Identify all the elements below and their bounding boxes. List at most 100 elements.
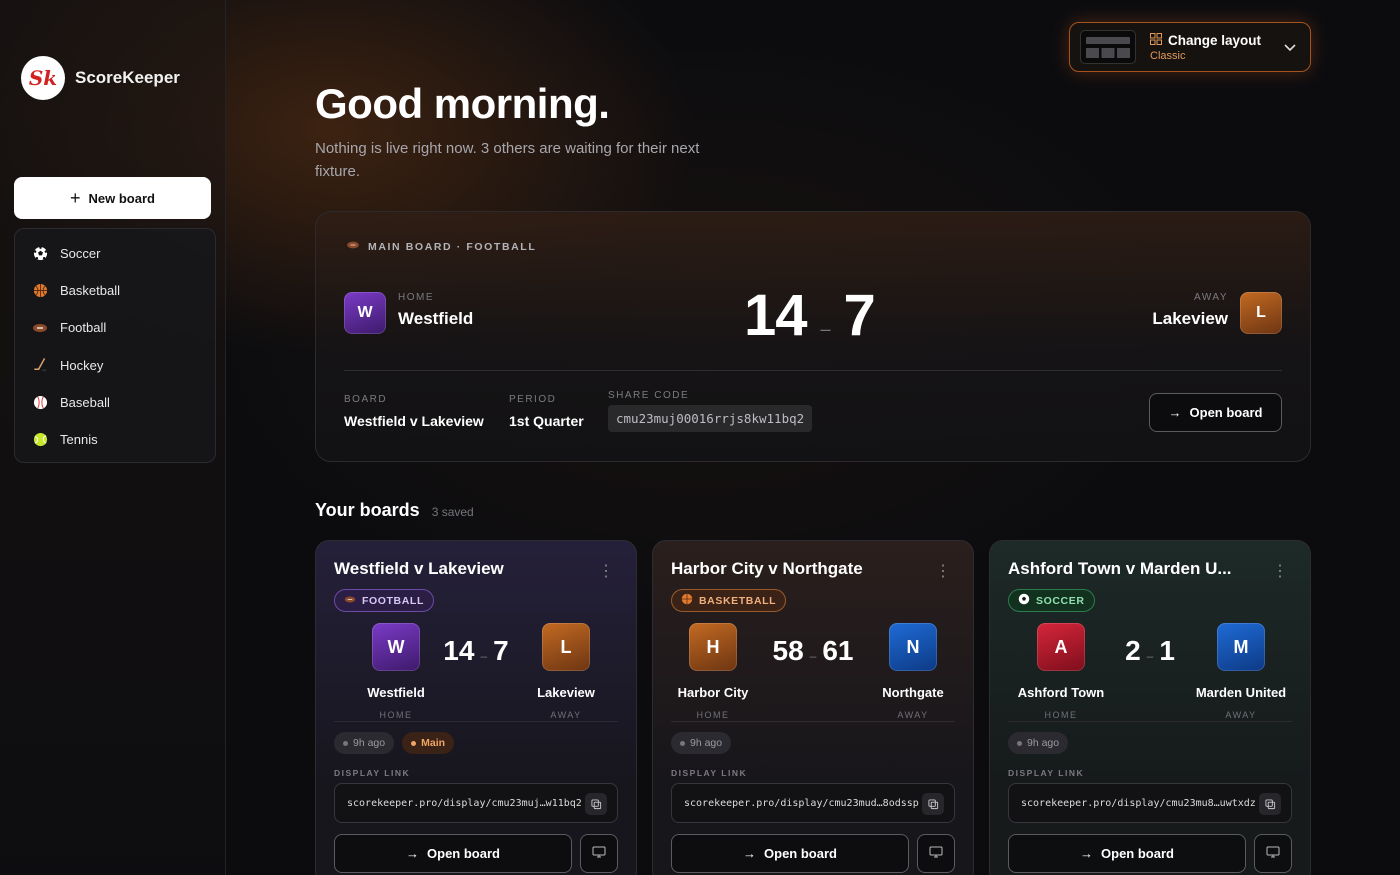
new-board-label: New board bbox=[88, 190, 155, 206]
sidebar-item-football[interactable]: Football bbox=[15, 309, 215, 346]
brand[interactable]: Sk ScoreKeeper bbox=[21, 56, 180, 100]
away-team-avatar: N bbox=[889, 623, 937, 671]
football-icon bbox=[32, 320, 48, 336]
brand-name: ScoreKeeper bbox=[75, 68, 180, 87]
open-board-label: Open board bbox=[427, 846, 500, 861]
arrow-right-icon: → bbox=[743, 846, 757, 861]
copy-icon[interactable] bbox=[585, 793, 607, 815]
sport-badge: BASKETBALL bbox=[671, 589, 787, 612]
board-title: Harbor City v Northgate bbox=[671, 559, 863, 578]
brand-logo: Sk bbox=[21, 56, 65, 100]
score-separator: – bbox=[1146, 649, 1154, 663]
sidebar-item-label: Tennis bbox=[60, 432, 98, 448]
divider bbox=[1008, 721, 1292, 722]
main-scoreline: 14 – 7 bbox=[744, 282, 876, 349]
board-card[interactable]: Westfield v Lakeview ⋮ FOOTBALL W Westfi… bbox=[315, 540, 637, 875]
basketball-icon bbox=[32, 283, 48, 299]
new-board-button[interactable]: + New board bbox=[14, 177, 211, 219]
share-code-meta: SHARE CODE cmu23muj00016rrjs8kw11bq2 bbox=[608, 390, 813, 432]
away-label: AWAY bbox=[897, 710, 929, 720]
display-link-url: scorekeeper.pro/display/cmu23mud…8odssp bbox=[684, 797, 919, 809]
updated-time: 9h ago bbox=[353, 737, 386, 749]
score-separator: – bbox=[809, 649, 817, 663]
open-board-button[interactable]: → Open board bbox=[334, 834, 572, 873]
change-layout-button[interactable]: Change layout Classic bbox=[1069, 22, 1311, 72]
away-team-avatar: M bbox=[1217, 623, 1265, 671]
sidebar-item-tennis[interactable]: Tennis bbox=[15, 421, 215, 458]
board-card[interactable]: Ashford Town v Marden U... ⋮ SOCCER A As… bbox=[989, 540, 1311, 875]
main-board-card: MAIN BOARD · FOOTBALL W HOME Westfield 1… bbox=[315, 211, 1311, 462]
updated-time-chip: 9h ago bbox=[1008, 732, 1069, 754]
sidebar-item-baseball[interactable]: Baseball bbox=[15, 384, 215, 421]
display-link-url: scorekeeper.pro/display/cmu23mu8…uwtxdz bbox=[1021, 797, 1256, 809]
layout-preview-thumbnail bbox=[1080, 30, 1136, 64]
hockey-stick-icon bbox=[32, 357, 48, 373]
sidebar-item-label: Soccer bbox=[60, 246, 101, 262]
open-display-button[interactable] bbox=[1254, 834, 1292, 873]
open-board-button[interactable]: → Open board bbox=[1008, 834, 1246, 873]
page-title: Good morning. bbox=[315, 80, 610, 127]
change-layout-label: Change layout bbox=[1168, 32, 1262, 48]
updated-time-chip: 9h ago bbox=[334, 732, 395, 754]
updated-time: 9h ago bbox=[1027, 737, 1060, 749]
open-board-label: Open board bbox=[764, 846, 837, 861]
open-display-button[interactable] bbox=[580, 834, 618, 873]
more-options-icon[interactable]: ⋮ bbox=[1272, 561, 1288, 581]
sport-badge-label: BASKETBALL bbox=[699, 594, 777, 607]
open-display-button[interactable] bbox=[917, 834, 955, 873]
divider bbox=[344, 370, 1282, 371]
home-score: 14 bbox=[744, 283, 808, 348]
away-label: AWAY bbox=[1194, 292, 1228, 303]
display-link-field[interactable]: scorekeeper.pro/display/cmu23muj…w11bq2 bbox=[334, 783, 618, 823]
share-code-value[interactable]: cmu23muj00016rrjs8kw11bq2 bbox=[608, 405, 813, 432]
away-team-name: Marden United bbox=[1195, 685, 1287, 700]
sidebar-item-hockey[interactable]: Hockey bbox=[15, 347, 215, 384]
monitor-icon bbox=[592, 846, 606, 861]
sport-badge-label: SOCCER bbox=[1036, 594, 1085, 607]
sidebar-item-label: Football bbox=[60, 320, 107, 336]
board-title: Ashford Town v Marden U... bbox=[1008, 559, 1232, 578]
monitor-icon bbox=[1266, 846, 1280, 861]
sport-badge-label: FOOTBALL bbox=[362, 594, 424, 607]
display-link-field[interactable]: scorekeeper.pro/display/cmu23mu8…uwtxdz bbox=[1008, 783, 1292, 823]
open-main-board-button[interactable]: → Open board bbox=[1149, 393, 1282, 432]
away-label: AWAY bbox=[1225, 710, 1257, 720]
away-team-name: Lakeview bbox=[1152, 309, 1228, 328]
arrow-right-icon: → bbox=[406, 846, 420, 861]
sport-badge: FOOTBALL bbox=[334, 589, 434, 612]
display-link-label: DISPLAY LINK bbox=[1008, 768, 1085, 778]
display-link-label: DISPLAY LINK bbox=[334, 768, 411, 778]
football-icon bbox=[346, 240, 360, 253]
tennis-ball-icon bbox=[32, 432, 48, 448]
sidebar: Sk ScoreKeeper + New board Soccer Basket… bbox=[0, 0, 226, 875]
copy-icon[interactable] bbox=[922, 793, 944, 815]
sport-badge: SOCCER bbox=[1008, 589, 1095, 612]
more-options-icon[interactable]: ⋮ bbox=[935, 561, 951, 581]
soccer-ball-icon bbox=[1018, 593, 1030, 608]
board-key: BOARD bbox=[344, 394, 388, 405]
home-team-name: Harbor City bbox=[677, 685, 749, 700]
page-subtitle: Nothing is live right now. 3 others are … bbox=[315, 140, 700, 180]
open-board-label: Open board bbox=[1189, 405, 1263, 420]
arrow-right-icon: → bbox=[1080, 846, 1094, 861]
board-card[interactable]: Harbor City v Northgate ⋮ BASKETBALL H H… bbox=[652, 540, 974, 875]
boards-section-title: Your boards bbox=[315, 500, 420, 520]
soccer-ball-icon bbox=[32, 246, 48, 262]
updated-time-chip: 9h ago bbox=[671, 732, 732, 754]
sport-list: Soccer Basketball Football Hockey Baseba… bbox=[14, 228, 216, 463]
basketball-icon bbox=[681, 593, 693, 608]
home-label: HOME bbox=[398, 292, 434, 303]
copy-icon[interactable] bbox=[1259, 793, 1281, 815]
home-team-name: Ashford Town bbox=[1017, 685, 1105, 700]
sidebar-item-soccer[interactable]: Soccer bbox=[15, 235, 215, 272]
home-label: HOME bbox=[696, 710, 730, 720]
open-board-button[interactable]: → Open board bbox=[671, 834, 909, 873]
updated-time: 9h ago bbox=[690, 737, 723, 749]
display-link-field[interactable]: scorekeeper.pro/display/cmu23mud…8odssp bbox=[671, 783, 955, 823]
home-team-name: Westfield bbox=[367, 685, 425, 700]
football-icon bbox=[344, 595, 356, 607]
sidebar-item-basketball[interactable]: Basketball bbox=[15, 272, 215, 309]
divider bbox=[334, 721, 618, 722]
more-options-icon[interactable]: ⋮ bbox=[598, 561, 614, 581]
away-team: L Lakeview AWAY bbox=[516, 623, 616, 720]
